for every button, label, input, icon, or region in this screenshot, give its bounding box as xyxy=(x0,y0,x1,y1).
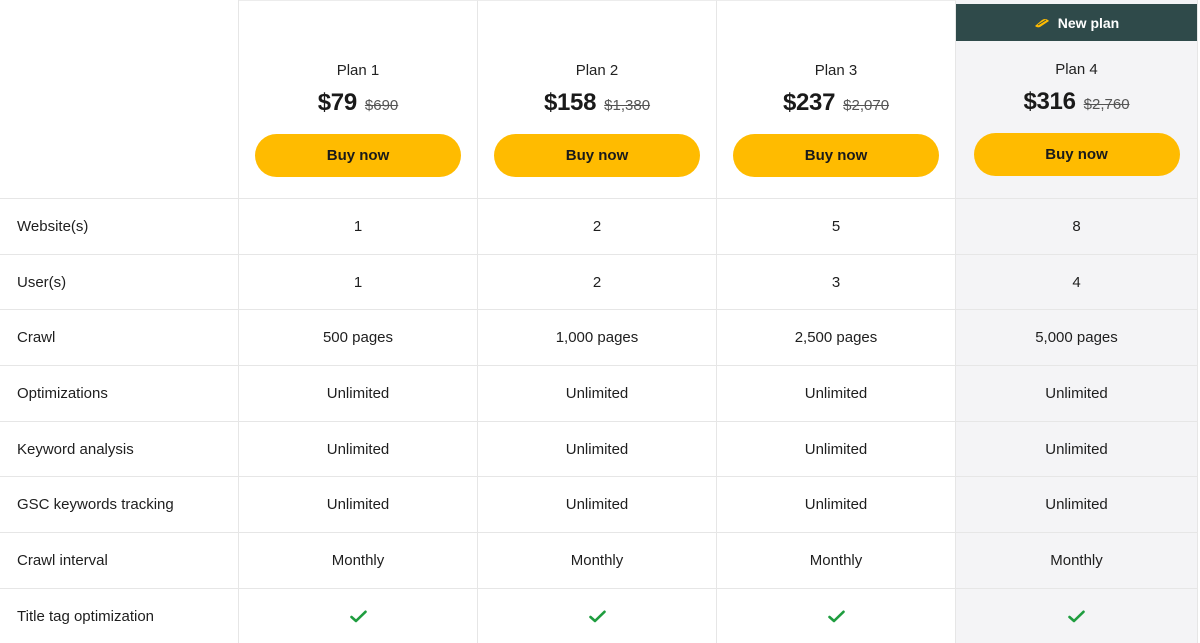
feature-value: Monthly xyxy=(956,532,1198,588)
feature-value: Monthly xyxy=(478,532,717,588)
feature-value: Unlimited xyxy=(478,476,717,533)
feature-value: Unlimited xyxy=(956,420,1198,477)
plan-name: Plan 4 xyxy=(1055,61,1098,78)
feature-value: Unlimited xyxy=(478,365,717,421)
feature-value: 5,000 pages xyxy=(956,309,1198,366)
plan-price: $158 xyxy=(543,89,597,116)
feature-label: Website(s) xyxy=(0,198,239,254)
plan-price: $316 xyxy=(1023,88,1076,115)
buy-now-button-plan-2[interactable]: Buy now xyxy=(494,134,700,177)
new-plan-badge: New plan xyxy=(956,4,1197,41)
plan-4-header: New plan Plan 4 $316 $2,760 Buy now xyxy=(956,0,1198,198)
pricing-grid: Plan 1 $79 $690 Buy now Plan 2 $158 $1,3… xyxy=(0,0,1198,643)
price-line: $316 $2,760 xyxy=(1023,88,1129,116)
feature-value-check xyxy=(478,587,717,643)
feature-value: 1 xyxy=(239,198,478,254)
plan-old-price: $2,070 xyxy=(843,97,890,114)
plan-2-header: Plan 2 $158 $1,380 Buy now xyxy=(478,0,717,198)
plan-price: $237 xyxy=(782,89,836,116)
price-line: $79 $690 xyxy=(318,89,399,117)
feature-label: Optimizations xyxy=(0,365,239,421)
plan-old-price: $690 xyxy=(364,97,399,114)
price-line: $237 $2,070 xyxy=(783,89,889,117)
feature-value: 8 xyxy=(956,198,1198,254)
plan-old-price: $2,760 xyxy=(1083,96,1130,113)
tag-icon xyxy=(1034,18,1049,27)
feature-value: Unlimited xyxy=(956,476,1198,533)
buy-now-button-plan-4[interactable]: Buy now xyxy=(973,133,1180,176)
plan-old-price: $1,380 xyxy=(604,97,651,114)
plan-name: Plan 2 xyxy=(575,62,619,79)
feature-label: Crawl interval xyxy=(0,532,239,588)
buy-now-button-plan-3[interactable]: Buy now xyxy=(733,134,939,177)
feature-label: GSC keywords tracking xyxy=(0,476,239,533)
plan-price: $79 xyxy=(317,89,357,116)
feature-value: 5 xyxy=(717,198,956,254)
badge-label: New plan xyxy=(1057,14,1120,31)
feature-value: 1 xyxy=(239,253,478,310)
feature-value: Monthly xyxy=(239,532,478,588)
check-icon xyxy=(349,610,367,622)
price-line: $158 $1,380 xyxy=(544,89,650,117)
feature-value: Unlimited xyxy=(717,365,956,421)
feature-value: 2 xyxy=(478,253,717,310)
feature-label: Title tag optimization xyxy=(0,587,239,643)
feature-value: Unlimited xyxy=(478,420,717,477)
plan-name: Plan 3 xyxy=(814,62,858,79)
plan-3-header: Plan 3 $237 $2,070 Buy now xyxy=(717,0,956,198)
feature-label: User(s) xyxy=(0,253,239,310)
plan-name: Plan 1 xyxy=(336,62,380,79)
buy-now-button-plan-1[interactable]: Buy now xyxy=(255,134,461,177)
pricing-table: Plan 1 $79 $690 Buy now Plan 2 $158 $1,3… xyxy=(0,0,1200,643)
feature-value: Unlimited xyxy=(239,420,478,477)
feature-label: Crawl xyxy=(0,309,239,366)
check-icon xyxy=(1068,610,1085,622)
feature-value: 3 xyxy=(717,253,956,310)
feature-value: 1,000 pages xyxy=(478,309,717,366)
feature-value: 2,500 pages xyxy=(717,309,956,366)
feature-value: Unlimited xyxy=(717,476,956,533)
feature-value: Monthly xyxy=(717,532,956,588)
feature-value: 2 xyxy=(478,198,717,254)
feature-value-check xyxy=(717,587,956,643)
feature-value: 500 pages xyxy=(239,309,478,366)
feature-value-check xyxy=(239,587,478,643)
feature-value: Unlimited xyxy=(956,365,1198,421)
check-icon xyxy=(588,610,606,622)
feature-value: Unlimited xyxy=(717,420,956,477)
feature-label: Keyword analysis xyxy=(0,420,239,477)
feature-value: Unlimited xyxy=(239,365,478,421)
feature-value: Unlimited xyxy=(239,476,478,533)
header-label-column xyxy=(0,0,239,198)
check-icon xyxy=(827,610,845,622)
feature-value: 4 xyxy=(956,253,1198,310)
plan-1-header: Plan 1 $79 $690 Buy now xyxy=(239,0,478,198)
feature-value-check xyxy=(956,587,1198,643)
